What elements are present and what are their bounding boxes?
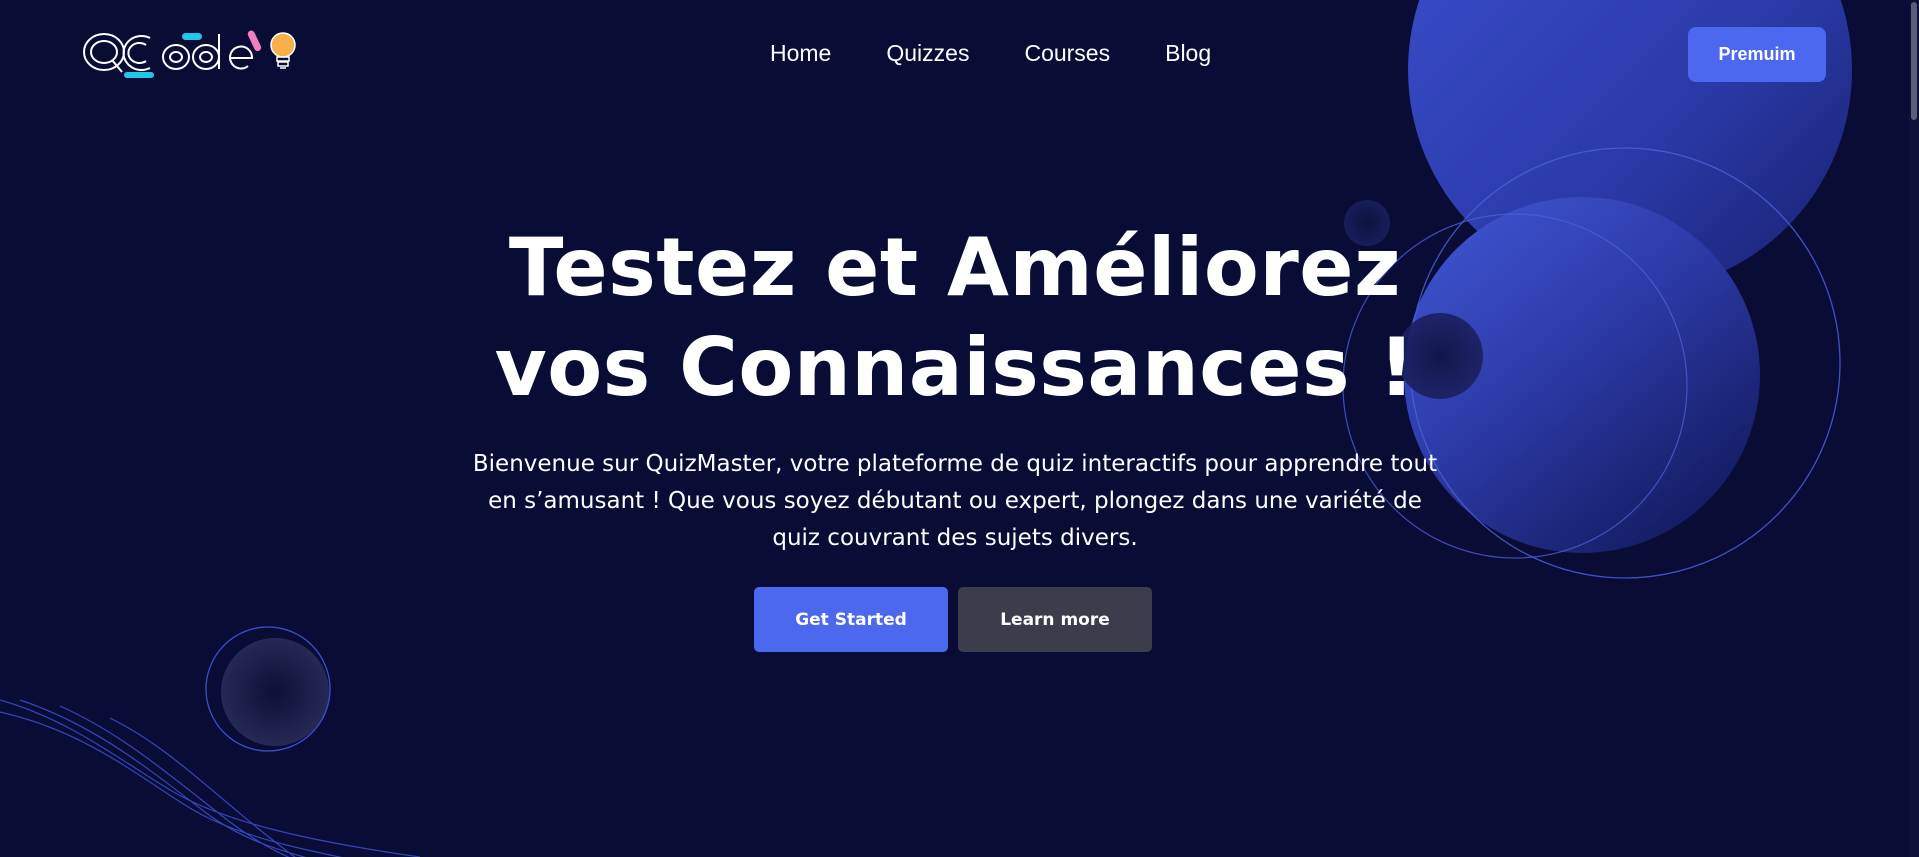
page-scrollbar[interactable] <box>1909 0 1919 857</box>
orb-bottom-left <box>221 638 329 746</box>
nav-link-quizzes[interactable]: Quizzes <box>886 38 969 68</box>
hero-title: Testez et Améliorez vos Connaissances ! <box>460 218 1450 418</box>
nav-link-blog[interactable]: Blog <box>1165 38 1211 68</box>
wave-lines <box>0 699 421 857</box>
hero-description: Bienvenue sur QuizMaster, votre platefor… <box>472 451 1438 551</box>
scrollbar-thumb[interactable] <box>1911 2 1917 120</box>
qcode-logo[interactable] <box>80 28 302 80</box>
main-nav: Home Quizzes Courses Blog <box>770 38 1211 68</box>
lightbulb-icon <box>270 32 296 69</box>
hero-title-line-2: vos Connaissances ! <box>494 321 1416 414</box>
get-started-button[interactable]: Get Started <box>754 587 948 652</box>
nav-link-home[interactable]: Home <box>770 38 831 68</box>
nav-link-courses[interactable]: Courses <box>1024 38 1110 68</box>
learn-more-button[interactable]: Learn more <box>958 587 1152 652</box>
background-decoration <box>0 0 1852 857</box>
premium-button[interactable]: Premuim <box>1688 27 1826 82</box>
hero-title-line-1: Testez et Améliorez <box>508 221 1402 314</box>
hero-cta-group: Get Started Learn more <box>754 587 1152 652</box>
landing-page: Home Quizzes Courses Blog Premuim Testez… <box>0 0 1919 857</box>
